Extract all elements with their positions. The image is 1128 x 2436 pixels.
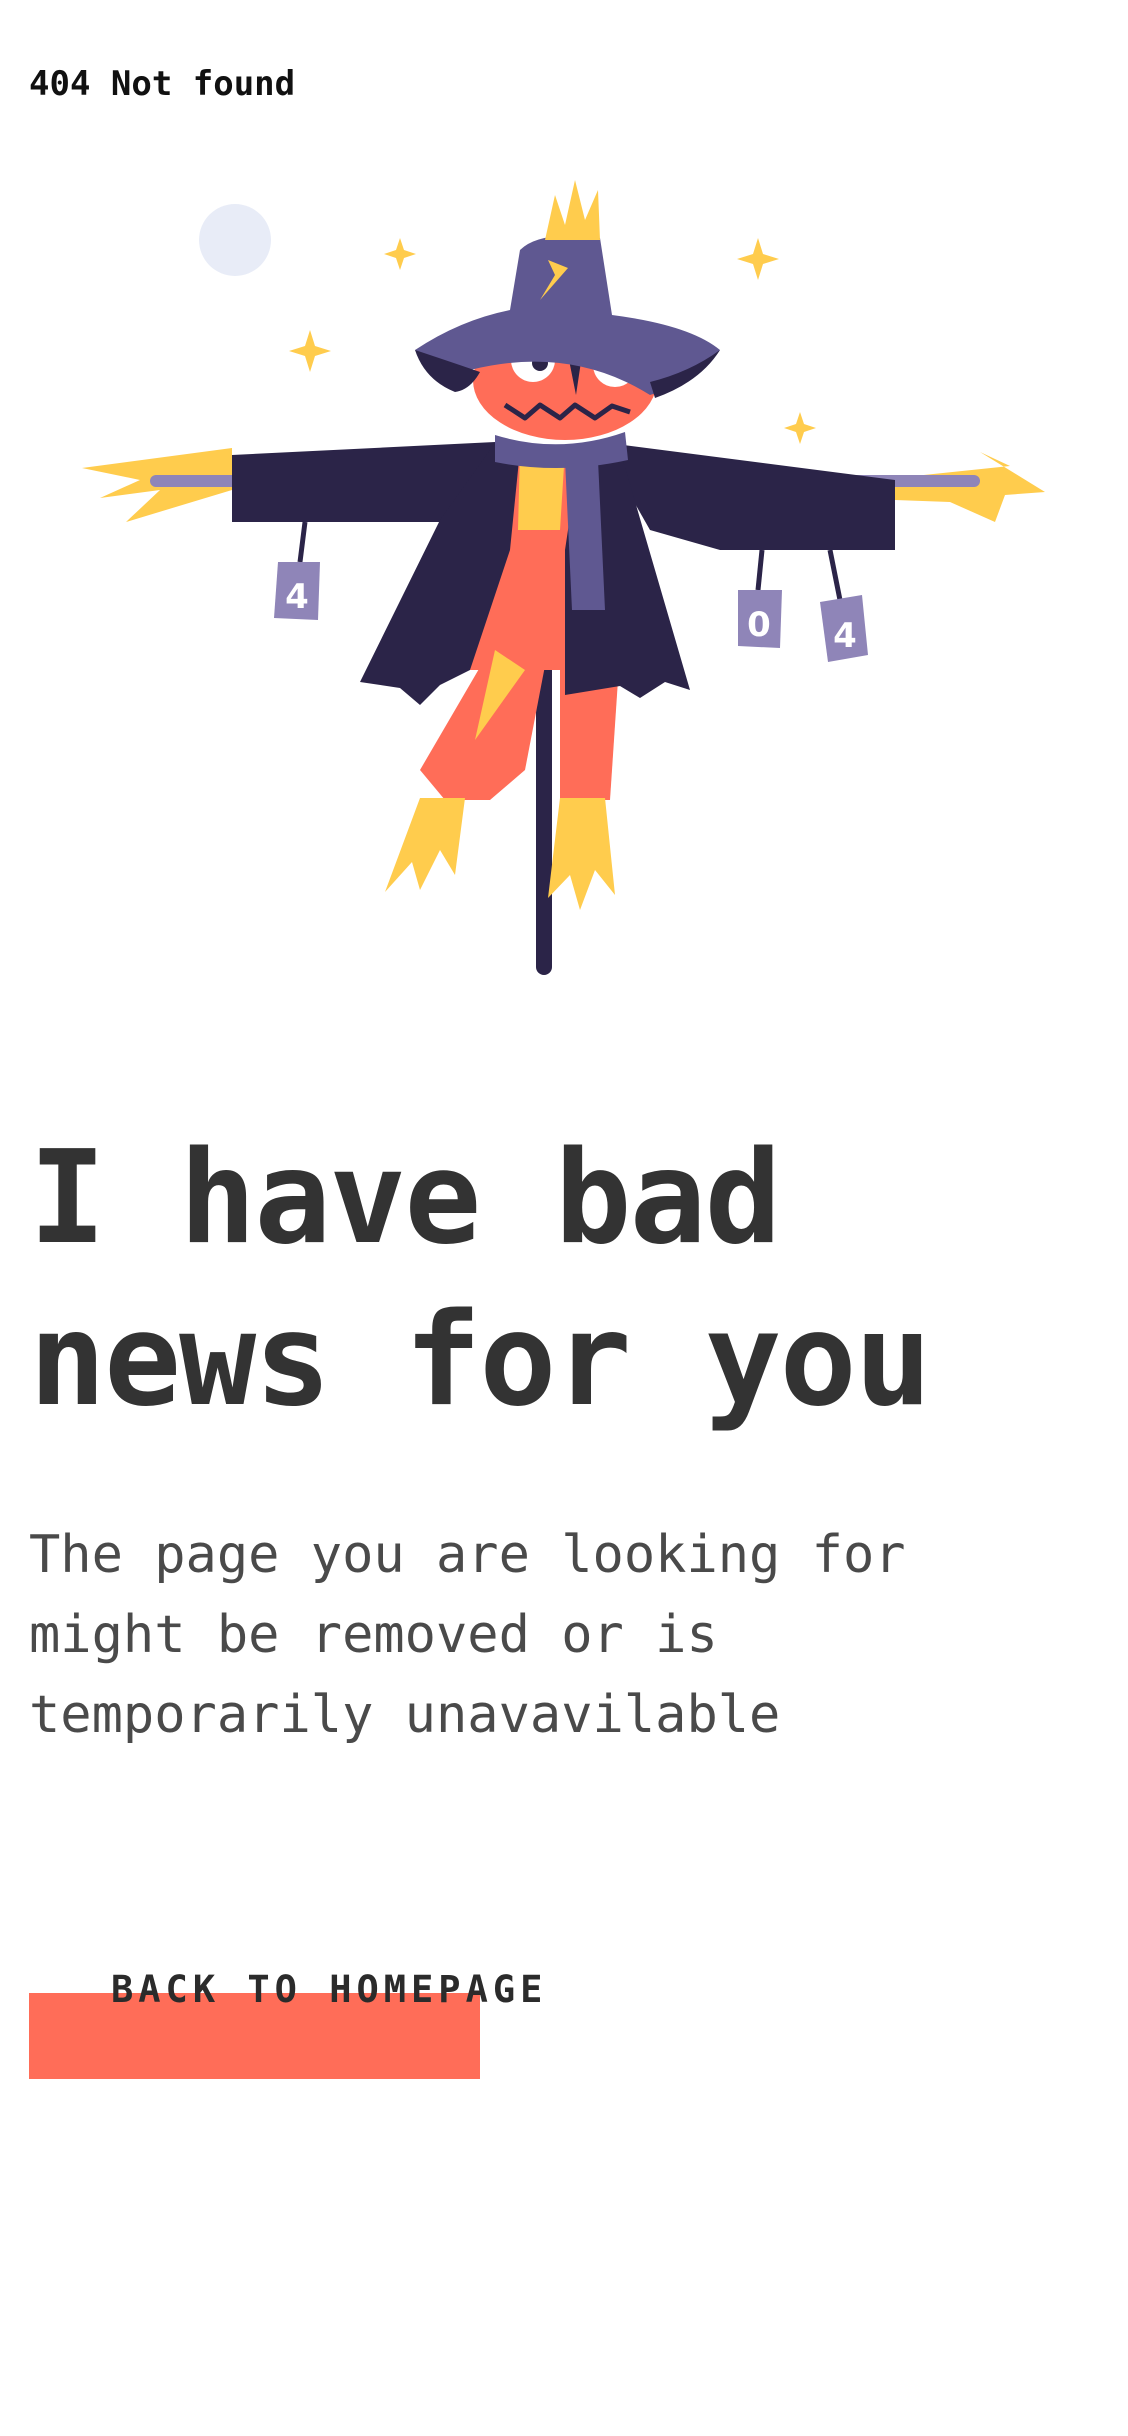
moon-icon [199, 204, 271, 276]
error-description: The page you are looking for might be re… [29, 1515, 1089, 1755]
scarecrow-illustration: 4 0 4 [82, 180, 1045, 975]
description-line: might be removed or is [29, 1605, 718, 1665]
page-status-title: 404 Not found [29, 64, 296, 104]
description-line: The page you are looking for [29, 1525, 906, 1585]
description-line: temporarily unavavilable [29, 1685, 781, 1745]
page-headline: I have bad news for you [29, 1118, 932, 1442]
back-to-homepage-label[interactable]: BACK TO HOMEPAGE [111, 1968, 547, 2011]
can-label-3: 4 [833, 616, 857, 656]
headline-line: news for you [29, 1286, 932, 1435]
can-label-2: 0 [747, 605, 771, 645]
headline-line: I have bad [29, 1124, 782, 1273]
can-label-1: 4 [285, 577, 309, 617]
